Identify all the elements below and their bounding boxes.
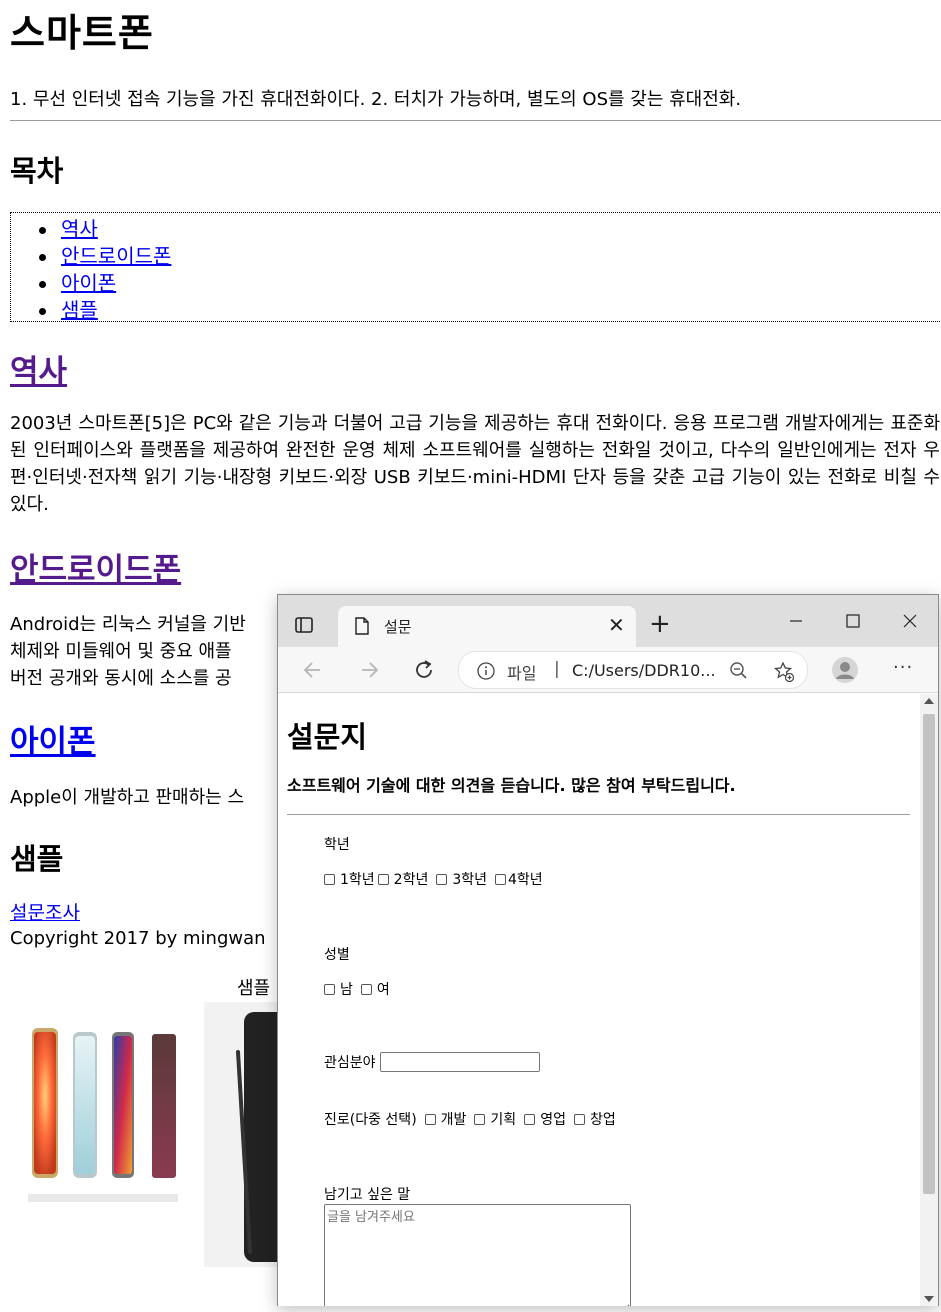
toc-item: 역사 xyxy=(38,216,171,243)
tab-close-icon[interactable]: ✕ xyxy=(608,615,625,635)
toc-title: 목차 xyxy=(10,154,64,188)
tab-title: 설문 xyxy=(384,618,412,636)
history-text: 2003년 스마트폰[5]은 PC와 같은 기능과 더불어 고급 기능을 제공하… xyxy=(10,413,940,515)
grade-options: 1학년 2학년 3학년 4학년 xyxy=(324,869,543,889)
page-intro: 1. 무선 인터넷 접속 기능을 가진 휴대전화이다. 2. 터치가 가능하며,… xyxy=(10,89,742,110)
browser-window: 설문 ✕ + 파일 | C:/Users/DDR10... ··· 설문지 소프… xyxy=(277,594,939,1306)
career-option-label: 기획 xyxy=(490,1112,517,1128)
grade-option-label: 3학년 xyxy=(452,872,488,888)
refresh-icon[interactable] xyxy=(411,657,437,683)
new-tab-button[interactable]: + xyxy=(649,611,671,637)
close-window-icon[interactable] xyxy=(895,607,925,637)
grade-label: 학년 xyxy=(324,837,350,853)
survey-title: 설문지 xyxy=(287,720,368,754)
survey-page: 설문지 소프트웨어 기술에 대한 의견을 듣습니다. 많은 참여 부탁드립니다.… xyxy=(278,694,920,1306)
image-caption: 샘플 xyxy=(237,978,271,999)
tab-actions-icon[interactable] xyxy=(294,615,314,635)
scroll-down-arrow-icon[interactable] xyxy=(924,1296,934,1302)
back-icon[interactable] xyxy=(300,657,326,683)
toc-item: 안드로이드폰 xyxy=(38,243,171,270)
toc-link-sample[interactable]: 샘플 xyxy=(61,298,98,322)
toc-box: 역사 안드로이드폰 아이폰 샘플 xyxy=(10,212,941,322)
profile-avatar-icon[interactable] xyxy=(831,656,859,684)
toc-item: 아이폰 xyxy=(38,270,171,297)
forward-icon[interactable] xyxy=(356,657,382,683)
scroll-up-arrow-icon[interactable] xyxy=(924,698,934,704)
career-checkbox-plan[interactable] xyxy=(474,1113,486,1125)
page-title: 스마트폰 xyxy=(10,11,154,55)
toc-link-history[interactable]: 역사 xyxy=(61,217,98,241)
copyright: Copyright 2017 by mingwan xyxy=(10,928,266,949)
title-bar: 설문 ✕ + xyxy=(278,595,938,647)
address-url[interactable]: C:/Users/DDR10... xyxy=(572,661,716,680)
galaxy-note-image xyxy=(204,1002,284,1267)
gender-checkbox-female[interactable] xyxy=(360,983,372,995)
career-checkbox-sales[interactable] xyxy=(524,1113,536,1125)
grade-option-label: 1학년 xyxy=(340,872,375,888)
grade-option-label: 4학년 xyxy=(508,872,543,888)
career-option-label: 창업 xyxy=(589,1112,616,1128)
tab-active[interactable]: 설문 ✕ xyxy=(338,606,636,647)
career-option-label: 영업 xyxy=(540,1112,566,1128)
gender-options: 남 여 xyxy=(324,979,390,999)
info-icon[interactable] xyxy=(477,662,495,680)
gender-option-label: 남 xyxy=(340,982,353,998)
add-favorite-icon[interactable] xyxy=(773,661,795,683)
vertical-scrollbar[interactable] xyxy=(920,694,938,1306)
more-menu-icon[interactable]: ··· xyxy=(893,657,913,678)
toc-item: 샘플 xyxy=(38,297,171,324)
gender-checkbox-male[interactable] xyxy=(324,983,335,995)
file-icon xyxy=(355,617,369,635)
address-scheme: 파일 xyxy=(507,664,537,683)
toolbar: 파일 | C:/Users/DDR10... ··· xyxy=(278,647,938,693)
interest-row: 관심분야 xyxy=(324,1052,540,1072)
interest-label: 관심분야 xyxy=(324,1055,376,1071)
survey-subtitle: 소프트웨어 기술에 대한 의견을 듣습니다. 많은 참여 부탁드립니다. xyxy=(287,776,736,795)
career-checkbox-startup[interactable] xyxy=(573,1113,585,1125)
grade-option-label: 2학년 xyxy=(393,872,429,888)
grade-checkbox-4[interactable] xyxy=(495,873,507,885)
grade-checkbox-1[interactable] xyxy=(324,873,335,885)
address-separator: | xyxy=(554,659,560,679)
zoom-out-icon[interactable] xyxy=(729,661,749,681)
sample-heading: 샘플 xyxy=(10,842,64,876)
gender-option-label: 여 xyxy=(376,982,390,998)
career-checkbox-dev[interactable] xyxy=(424,1113,436,1125)
career-option-label: 개발 xyxy=(440,1112,467,1128)
address-bar[interactable]: 파일 | C:/Users/DDR10... xyxy=(458,651,808,689)
grade-checkbox-2[interactable] xyxy=(377,873,389,885)
iphone-heading-link[interactable]: 아이폰 xyxy=(10,724,96,760)
survey-link[interactable]: 설문조사 xyxy=(10,898,80,925)
android-heading-link[interactable]: 안드로이드폰 xyxy=(10,552,181,588)
gender-label: 성별 xyxy=(324,947,350,963)
divider xyxy=(10,120,941,121)
career-options: 진로(다중 선택) 개발 기획 영업 창업 xyxy=(324,1109,616,1129)
toc-link-iphone[interactable]: 아이폰 xyxy=(61,271,116,295)
maximize-icon[interactable] xyxy=(838,607,868,637)
scrollbar-thumb[interactable] xyxy=(923,714,935,1194)
toc-list: 역사 안드로이드폰 아이폰 샘플 xyxy=(38,216,171,324)
comment-label: 남기고 싶은 말 xyxy=(324,1187,411,1203)
minimize-icon[interactable] xyxy=(781,607,811,637)
grade-checkbox-3[interactable] xyxy=(436,873,448,885)
history-heading-link[interactable]: 역사 xyxy=(10,354,67,390)
survey-divider xyxy=(287,814,910,815)
career-label: 진로(다중 선택) xyxy=(324,1112,417,1128)
interest-input[interactable] xyxy=(379,1052,540,1072)
comment-textarea[interactable] xyxy=(324,1204,631,1306)
iphone-lineup-image xyxy=(28,1028,178,1202)
toc-link-android[interactable]: 안드로이드폰 xyxy=(61,244,171,268)
